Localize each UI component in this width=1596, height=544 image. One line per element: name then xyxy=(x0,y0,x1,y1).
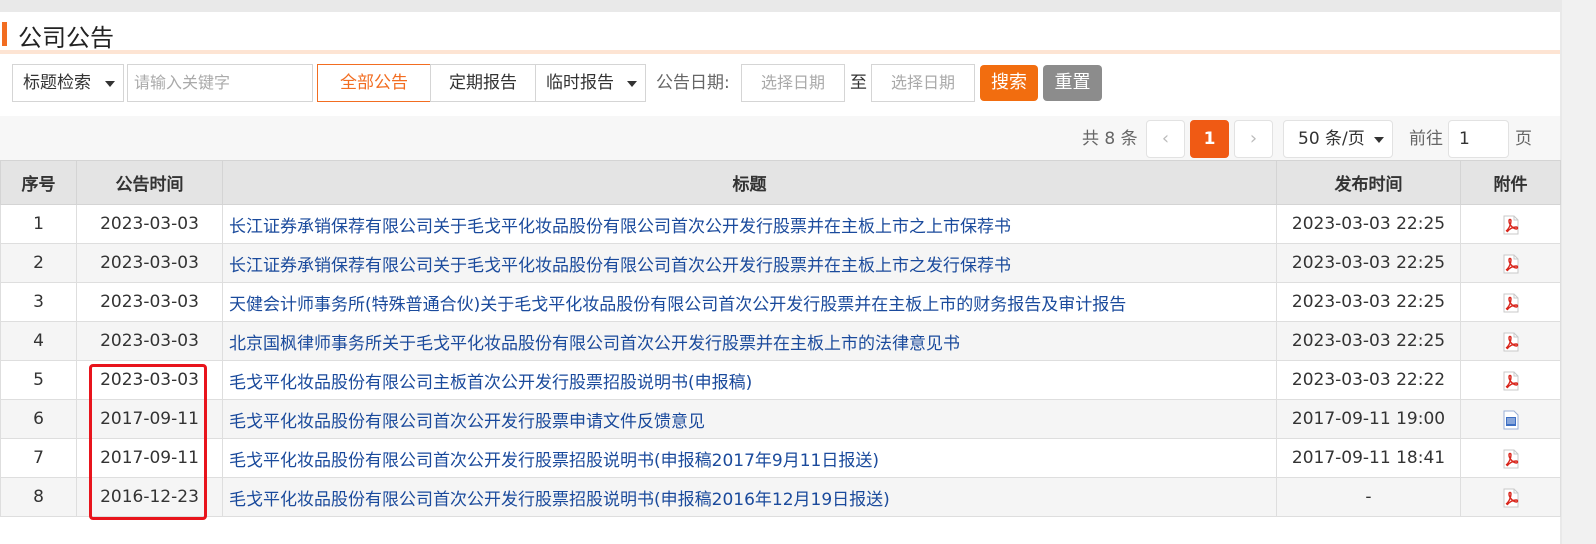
date-to-input[interactable]: 选择日期 xyxy=(871,64,975,102)
date-highlight-box xyxy=(89,364,207,520)
cell-publish-time: 2017-09-11 19:00 xyxy=(1276,399,1461,439)
cell-announce-date: 2023-03-03 xyxy=(76,321,223,361)
cell-publish-time: 2023-03-03 22:22 xyxy=(1276,360,1461,400)
filter-bar: 标题检索 请输入关键字 全部公告 定期报告 临时报告 公告日期: 选择日期 至 … xyxy=(0,64,1560,108)
cell-index: 8 xyxy=(0,477,77,517)
cell-title-link[interactable]: 长江证券承销保荐有限公司关于毛戈平化妆品股份有限公司首次公开发行股票并在主板上市… xyxy=(222,243,1277,283)
cell-publish-time: 2023-03-03 22:25 xyxy=(1276,321,1461,361)
cell-title-link[interactable]: 长江证券承销保荐有限公司关于毛戈平化妆品股份有限公司首次公开发行股票并在主板上市… xyxy=(222,204,1277,244)
cell-attachment xyxy=(1460,204,1561,244)
cell-index: 4 xyxy=(0,321,77,361)
table-row: 4 2023-03-03 北京国枫律师事务所关于毛戈平化妆品股份有限公司首次公开发行… xyxy=(0,321,1561,361)
pdf-icon[interactable] xyxy=(1502,449,1520,469)
page-suffix: 页 xyxy=(1515,129,1532,149)
table-row: 6 2017-09-11 毛戈平化妆品股份有限公司首次公开发行股票申请文件反馈意见 2… xyxy=(0,399,1561,439)
cell-index: 7 xyxy=(0,438,77,478)
cell-title-link[interactable]: 北京国枫律师事务所关于毛戈平化妆品股份有限公司首次公开发行股票并在主板上市的法律… xyxy=(222,321,1277,361)
header-announce-date[interactable]: 公告时间 xyxy=(76,160,223,205)
cell-index: 1 xyxy=(0,204,77,244)
temporary-reports-label: 临时报告 xyxy=(546,73,614,93)
cell-announce-date: 2023-03-03 xyxy=(76,204,223,244)
table-row: 7 2017-09-11 毛戈平化妆品股份有限公司首次公开发行股票招股说明书(申报稿… xyxy=(0,438,1561,478)
cell-publish-time: 2017-09-11 18:41 xyxy=(1276,438,1461,478)
header-publish-time[interactable]: 发布时间 xyxy=(1276,160,1461,205)
chevron-down-icon xyxy=(105,81,115,87)
next-page-button[interactable]: › xyxy=(1234,120,1273,158)
cell-publish-time: 2023-03-03 22:25 xyxy=(1276,243,1461,283)
header-title[interactable]: 标题 xyxy=(222,160,1277,205)
cell-index: 5 xyxy=(0,360,77,400)
keyword-input[interactable]: 请输入关键字 xyxy=(127,64,313,102)
table-header-row: 序号 公告时间 标题 发布时间 附件 xyxy=(0,160,1561,205)
cell-title-link[interactable]: 毛戈平化妆品股份有限公司主板首次公开发行股票招股说明书(申报稿) xyxy=(222,360,1277,400)
cell-index: 3 xyxy=(0,282,77,322)
page-title: 公司公告 xyxy=(18,24,114,52)
page-size-label: 50 条/页 xyxy=(1298,129,1365,149)
table-row: 8 2016-12-23 毛戈平化妆品股份有限公司首次公开发行股票招股说明书(申报稿… xyxy=(0,477,1561,517)
page-size-select[interactable]: 50 条/页 xyxy=(1283,120,1393,158)
header-index[interactable]: 序号 xyxy=(0,160,77,205)
cell-title-link[interactable]: 天健会计师事务所(特殊普通合伙)关于毛戈平化妆品股份有限公司首次公开发行股票并在… xyxy=(222,282,1277,322)
cell-attachment xyxy=(1460,243,1561,283)
cell-title-link[interactable]: 毛戈平化妆品股份有限公司首次公开发行股票招股说明书(申报稿2016年12月19日… xyxy=(222,477,1277,517)
tab-periodic-reports[interactable]: 定期报告 xyxy=(430,64,536,102)
chevron-down-icon xyxy=(627,81,637,87)
announcement-table: 序号 公告时间 标题 发布时间 附件 1 2023-03-03 长江证券承销保荐有限… xyxy=(0,160,1561,517)
pdf-icon[interactable] xyxy=(1502,254,1520,274)
search-button[interactable]: 搜索 xyxy=(980,65,1038,101)
reset-button[interactable]: 重置 xyxy=(1043,65,1102,101)
chevron-down-icon xyxy=(1374,137,1384,143)
cell-attachment xyxy=(1460,282,1561,322)
panel-header: 公司公告 xyxy=(0,12,1560,54)
cell-publish-time: 2023-03-03 22:25 xyxy=(1276,204,1461,244)
cell-publish-time: 2023-03-03 22:25 xyxy=(1276,282,1461,322)
cell-attachment xyxy=(1460,321,1561,361)
page-1-button[interactable]: 1 xyxy=(1190,120,1229,158)
goto-label: 前往 xyxy=(1409,129,1443,149)
header-attachment[interactable]: 附件 xyxy=(1460,160,1561,205)
tab-temporary-reports[interactable]: 临时报告 xyxy=(535,64,646,102)
pagination-bar: 共 8 条 ‹ 1 › 50 条/页 前往 1 页 xyxy=(0,116,1560,162)
goto-page-input[interactable]: 1 xyxy=(1448,120,1509,158)
vertical-scrollbar[interactable] xyxy=(1562,0,1596,544)
cell-publish-time: - xyxy=(1276,477,1461,517)
date-from-input[interactable]: 选择日期 xyxy=(741,64,845,102)
pdf-icon[interactable] xyxy=(1502,215,1520,235)
tab-all-announcements[interactable]: 全部公告 xyxy=(317,64,431,102)
table-row: 1 2023-03-03 长江证券承销保荐有限公司关于毛戈平化妆品股份有限公司首次公… xyxy=(0,204,1561,244)
pdf-icon[interactable] xyxy=(1502,371,1520,391)
table-row: 5 2023-03-03 毛戈平化妆品股份有限公司主板首次公开发行股票招股说明书(申… xyxy=(0,360,1561,400)
cell-attachment xyxy=(1460,438,1561,478)
date-range-separator: 至 xyxy=(850,73,867,93)
cell-attachment xyxy=(1460,360,1561,400)
pdf-icon[interactable] xyxy=(1502,332,1520,352)
search-type-select[interactable]: 标题检索 xyxy=(12,64,124,102)
total-count: 共 8 条 xyxy=(1082,129,1138,149)
prev-page-button[interactable]: ‹ xyxy=(1146,120,1185,158)
cell-announce-date: 2023-03-03 xyxy=(76,243,223,283)
search-type-label: 标题检索 xyxy=(23,73,91,93)
cell-announce-date: 2023-03-03 xyxy=(76,282,223,322)
cell-index: 6 xyxy=(0,399,77,439)
table-row: 2 2023-03-03 长江证券承销保荐有限公司关于毛戈平化妆品股份有限公司首次公… xyxy=(0,243,1561,283)
cell-title-link[interactable]: 毛戈平化妆品股份有限公司首次公开发行股票招股说明书(申报稿2017年9月11日报… xyxy=(222,438,1277,478)
doc-icon[interactable] xyxy=(1502,410,1520,430)
cell-attachment xyxy=(1460,477,1561,517)
date-label: 公告日期: xyxy=(656,73,730,93)
title-accent-bar xyxy=(2,22,7,46)
pdf-icon[interactable] xyxy=(1502,488,1520,508)
table-row: 3 2023-03-03 天健会计师事务所(特殊普通合伙)关于毛戈平化妆品股份有限公… xyxy=(0,282,1561,322)
cell-index: 2 xyxy=(0,243,77,283)
pdf-icon[interactable] xyxy=(1502,293,1520,313)
cell-attachment xyxy=(1460,399,1561,439)
cell-title-link[interactable]: 毛戈平化妆品股份有限公司首次公开发行股票申请文件反馈意见 xyxy=(222,399,1277,439)
